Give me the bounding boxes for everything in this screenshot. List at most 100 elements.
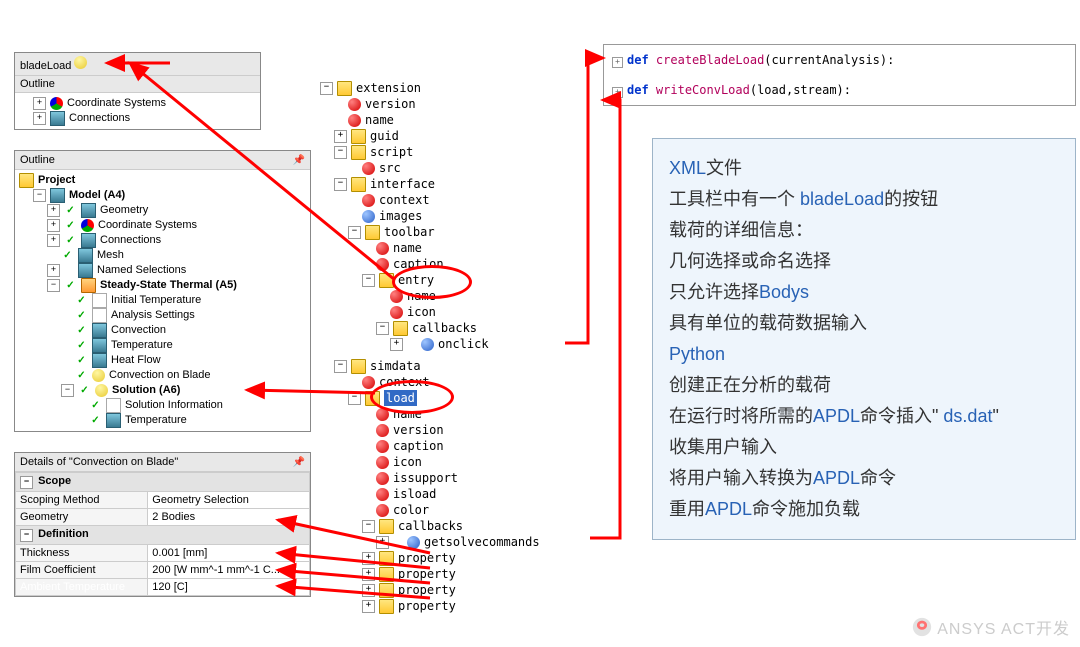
scoping-method-value[interactable]: Geometry Selection — [148, 492, 310, 509]
tree-item[interactable]: Coordinate Systems — [98, 218, 197, 233]
property-node[interactable]: property — [398, 582, 456, 598]
bladeload-icon[interactable] — [74, 56, 87, 69]
folder-icon — [379, 519, 394, 534]
tree-item[interactable]: Geometry — [100, 203, 148, 218]
expand-icon[interactable]: + — [47, 204, 60, 217]
tree-item[interactable]: Mesh — [97, 248, 124, 263]
tree-item[interactable]: Solution Information — [125, 398, 223, 413]
xml-node[interactable]: guid — [370, 128, 399, 144]
expand-icon[interactable]: + — [376, 536, 389, 549]
load-node[interactable]: load — [384, 390, 417, 406]
cube-icon — [50, 111, 65, 126]
property-node[interactable]: property — [398, 566, 456, 582]
project-icon — [19, 173, 34, 188]
xml-attr[interactable]: context — [379, 374, 430, 390]
property-node[interactable]: property — [398, 598, 456, 614]
expand-icon[interactable]: + — [33, 112, 46, 125]
collapse-icon[interactable]: − — [33, 189, 46, 202]
xml-attr[interactable]: name — [365, 112, 394, 128]
solution-icon — [95, 384, 108, 397]
tree-item[interactable]: Connections — [100, 233, 161, 248]
expand-icon[interactable]: + — [47, 264, 60, 277]
xml-attr[interactable]: color — [393, 502, 429, 518]
thickness-value[interactable]: 0.001 [mm] — [148, 545, 310, 562]
bladeload-label[interactable]: bladeLoad — [20, 60, 71, 72]
tree-item[interactable]: Temperature — [111, 338, 173, 353]
convection-blade-node[interactable]: Convection on Blade — [109, 368, 211, 383]
xml-node[interactable]: script — [370, 144, 413, 160]
collapse-icon[interactable]: − — [61, 384, 74, 397]
tree-item[interactable]: Initial Temperature — [111, 293, 201, 308]
geometry-value[interactable]: 2 Bodies — [148, 509, 310, 526]
film-value[interactable]: 200 [W mm^-1 mm^-1 C... — [148, 562, 310, 579]
collapse-icon[interactable]: − — [362, 274, 375, 287]
xml-attr[interactable]: icon — [407, 304, 436, 320]
tree-item[interactable]: Connections — [69, 111, 130, 126]
expand-icon[interactable]: + — [334, 130, 347, 143]
fold-icon[interactable]: + — [612, 57, 623, 68]
collapse-icon[interactable]: − — [20, 476, 33, 489]
xml-attr[interactable]: name — [407, 288, 436, 304]
expand-icon[interactable]: + — [362, 568, 375, 581]
pin-icon[interactable]: 📌 — [293, 457, 305, 468]
expand-icon[interactable]: + — [47, 219, 60, 232]
tree-item[interactable]: Temperature — [125, 413, 187, 428]
check-icon: ✓ — [78, 384, 91, 397]
expand-icon[interactable]: + — [390, 338, 403, 351]
attr-icon — [348, 98, 361, 111]
expand-icon[interactable]: + — [33, 97, 46, 110]
fold-icon[interactable]: + — [612, 87, 623, 98]
onclick-node[interactable]: onclick — [438, 336, 489, 352]
model-node[interactable]: Model (A4) — [69, 188, 125, 203]
check-icon: ✓ — [75, 324, 88, 337]
collapse-icon[interactable]: − — [334, 178, 347, 191]
xml-node[interactable]: callbacks — [412, 320, 477, 336]
project-node[interactable]: Project — [38, 173, 75, 188]
tree-item[interactable]: Coordinate Systems — [67, 96, 166, 111]
collapse-icon[interactable]: − — [376, 322, 389, 335]
expand-icon[interactable]: + — [362, 584, 375, 597]
ambient-value[interactable]: 120 [C] — [148, 579, 310, 596]
xml-attr[interactable]: src — [379, 160, 401, 176]
tree-item[interactable]: Convection — [111, 323, 166, 338]
xml-node[interactable]: interface — [370, 176, 435, 192]
xml-attr[interactable]: caption — [393, 256, 444, 272]
collapse-icon[interactable]: − — [362, 520, 375, 533]
tree-item[interactable]: Analysis Settings — [111, 308, 195, 323]
getsolve-node[interactable]: getsolvecommands — [424, 534, 540, 550]
xml-attr[interactable]: name — [393, 406, 422, 422]
tree-item[interactable]: Heat Flow — [111, 353, 161, 368]
check-icon: ✓ — [75, 369, 88, 382]
collapse-icon[interactable]: − — [20, 529, 33, 542]
collapse-icon[interactable]: − — [334, 146, 347, 159]
xml-attr[interactable]: caption — [393, 438, 444, 454]
tree-item[interactable]: Named Selections — [97, 263, 186, 278]
extension-node[interactable]: extension — [356, 80, 421, 96]
collapse-icon[interactable]: − — [348, 392, 361, 405]
folder-icon — [365, 225, 380, 240]
solution-node[interactable]: Solution (A6) — [112, 383, 180, 398]
entry-node[interactable]: entry — [398, 272, 434, 288]
xml-attr[interactable]: version — [393, 422, 444, 438]
xml-attr[interactable]: name — [393, 240, 422, 256]
xml-attr[interactable]: icon — [393, 454, 422, 470]
expand-icon[interactable]: + — [362, 552, 375, 565]
expand-icon[interactable]: + — [362, 600, 375, 613]
collapse-icon[interactable]: − — [348, 226, 361, 239]
xml-node[interactable]: callbacks — [398, 518, 463, 534]
xml-attr[interactable]: images — [379, 208, 422, 224]
collapse-icon[interactable]: − — [47, 279, 60, 292]
xml-attr[interactable]: context — [379, 192, 430, 208]
xml-attr[interactable]: isload — [393, 486, 436, 502]
xml-attr[interactable]: version — [365, 96, 416, 112]
collapse-icon[interactable]: − — [334, 360, 347, 373]
property-node[interactable]: property — [398, 550, 456, 566]
xml-attr[interactable]: issupport — [393, 470, 458, 486]
xml-node[interactable]: simdata — [370, 358, 421, 374]
xml-node[interactable]: toolbar — [384, 224, 435, 240]
details-table: − Scope Scoping MethodGeometry Selection… — [15, 472, 310, 596]
expand-icon[interactable]: + — [47, 234, 60, 247]
sst-node[interactable]: Steady-State Thermal (A5) — [100, 278, 237, 293]
pin-icon[interactable]: 📌 — [293, 155, 305, 166]
collapse-icon[interactable]: − — [320, 82, 333, 95]
